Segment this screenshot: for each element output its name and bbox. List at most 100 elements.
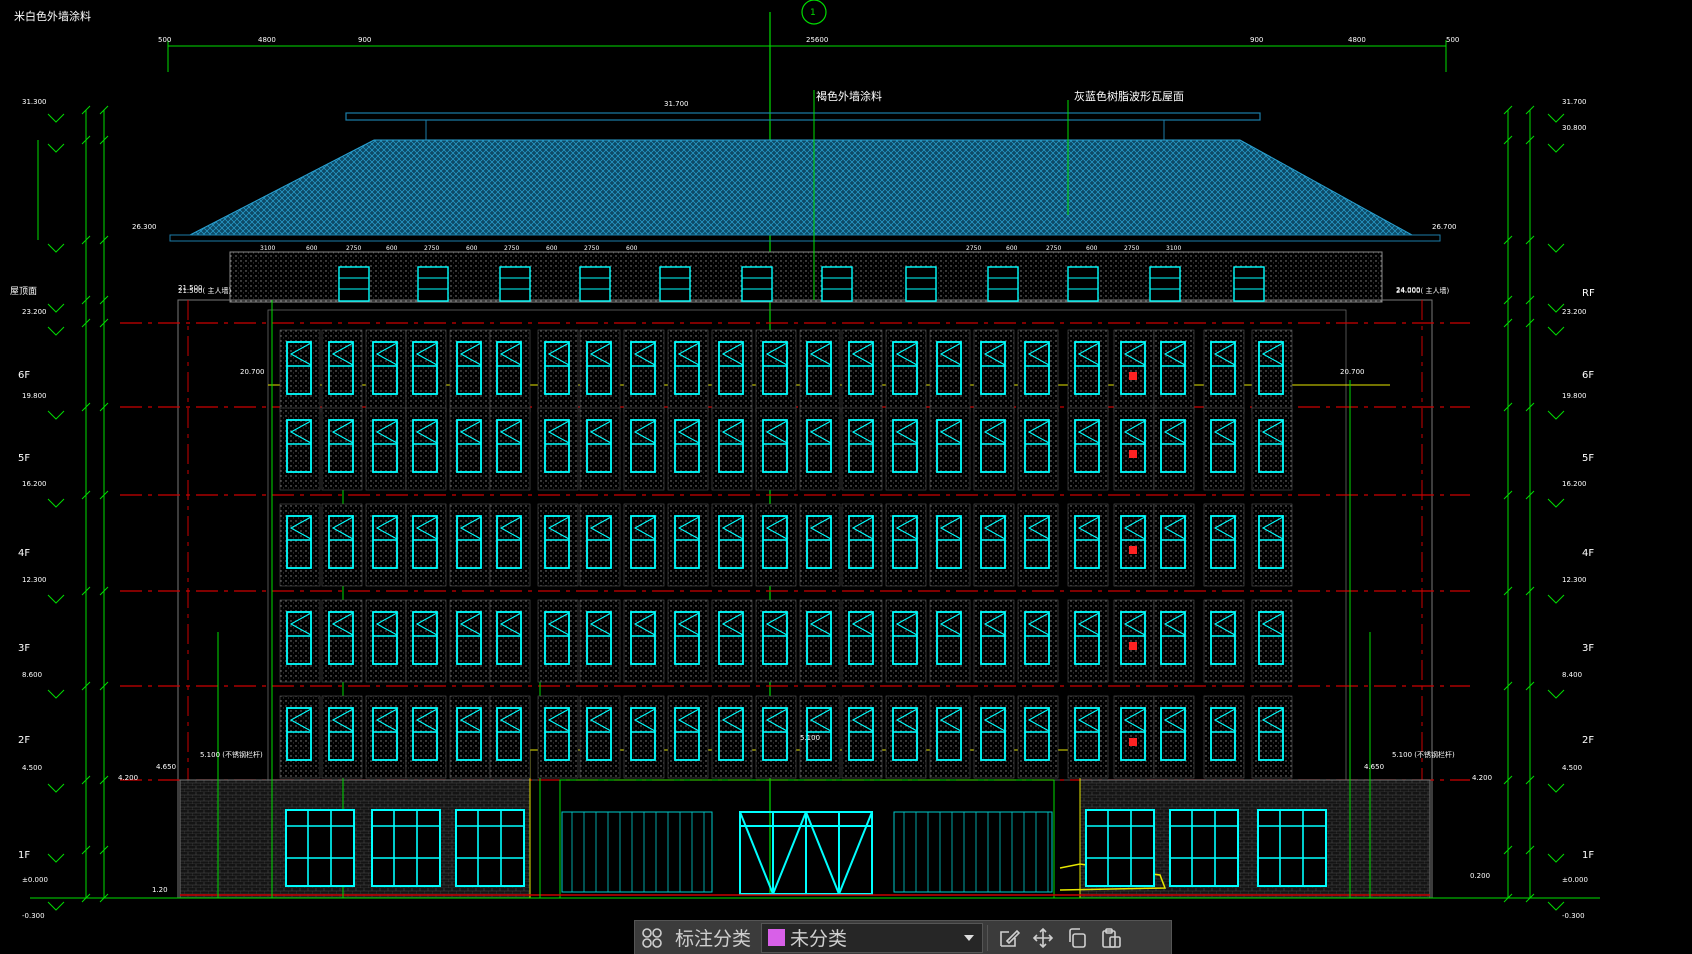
band-dimension: 2750	[1124, 245, 1139, 252]
facade-window	[1067, 329, 1109, 413]
facade-window	[929, 329, 971, 413]
facade-window	[405, 599, 447, 683]
facade-window	[1251, 407, 1293, 491]
ground-window	[285, 809, 355, 887]
frieze-window	[338, 266, 370, 302]
facade-window	[755, 503, 797, 587]
frieze-window	[1149, 266, 1181, 302]
facade-window	[489, 695, 531, 779]
facade-window	[711, 599, 753, 683]
frieze-window	[821, 266, 853, 302]
facade-window	[1113, 503, 1155, 587]
floor-label-right: 6F	[1582, 370, 1594, 381]
facade-window	[537, 599, 579, 683]
canopy-mid: 5.100	[800, 734, 820, 742]
floor-label-left: 6F	[18, 370, 30, 381]
band-dimension: 2750	[424, 245, 439, 252]
small-left: 4.650	[156, 763, 176, 771]
category-label: 标注分类	[675, 928, 752, 950]
facade-window	[489, 503, 531, 587]
facade-window	[1251, 599, 1293, 683]
step-left: 1.20	[152, 886, 168, 894]
elev-left-20: 20.700	[240, 368, 265, 376]
paste-icon[interactable]	[1094, 923, 1128, 953]
band-dimension: 600	[1086, 245, 1098, 252]
facade-window	[449, 503, 491, 587]
facade-window	[489, 599, 531, 683]
band-dimension: 600	[466, 245, 478, 252]
facade-window	[1017, 407, 1059, 491]
elev-right-20: 20.700	[1340, 368, 1365, 376]
left-elevation-label: 19.800	[22, 392, 47, 400]
facade-window	[667, 503, 709, 587]
note-roof: 灰蓝色树脂波形瓦屋面	[1074, 89, 1184, 103]
facade-window	[579, 407, 621, 491]
band-dimension: 2750	[504, 245, 519, 252]
facade-window	[537, 503, 579, 587]
facade-window	[489, 407, 531, 491]
facade-window	[1153, 407, 1195, 491]
facade-window	[321, 329, 363, 413]
copy-icon[interactable]	[1060, 923, 1094, 953]
facade-window	[667, 695, 709, 779]
top-dimension: 900	[358, 36, 371, 44]
floor-labels-right: RF 6F 5F 4F 3F 2F 1F	[1582, 288, 1595, 861]
band-dimension: 600	[386, 245, 398, 252]
roof-level-label: 屋顶面	[10, 286, 37, 297]
facade-window	[1203, 695, 1245, 779]
right-elevation-label: ±0.000	[1562, 876, 1588, 884]
move-icon[interactable]	[1026, 923, 1060, 953]
right-elevation-label: 19.800	[1562, 392, 1587, 400]
left-elevation-label: 23.200	[22, 308, 47, 316]
facade-window	[1067, 407, 1109, 491]
frieze-window	[417, 266, 449, 302]
category-select[interactable]: 未分类	[761, 922, 984, 953]
facade-window	[929, 407, 971, 491]
facade-window	[623, 503, 665, 587]
band-dimension: 2750	[584, 245, 599, 252]
facade-window	[711, 503, 753, 587]
left-elevation-label: 31.300	[22, 98, 47, 106]
right-elevation-label: 30.800	[1562, 124, 1587, 132]
facade-window	[1153, 695, 1195, 779]
band-dimension: 600	[546, 245, 558, 252]
cad-drawing-canvas[interactable]: 米白色外墙涂料 褐色外墙涂料 灰蓝色树脂波形瓦屋面 1 屋顶面 31.700 2…	[0, 0, 1692, 951]
ground-window	[1169, 809, 1239, 887]
left-elevation-label: 26.300	[132, 223, 157, 231]
facade-window	[929, 503, 971, 587]
facade-window	[1113, 599, 1155, 683]
toolbar-divider	[987, 924, 989, 951]
floor-label-left: 2F	[18, 735, 30, 746]
facade-window	[1017, 695, 1059, 779]
band-dimension: 600	[626, 245, 638, 252]
floor-label-left: 3F	[18, 643, 30, 654]
facade-window	[711, 329, 753, 413]
facade-window	[799, 407, 841, 491]
facade-window	[799, 599, 841, 683]
facade-window	[1067, 599, 1109, 683]
facade-window	[973, 695, 1015, 779]
edit-icon[interactable]	[992, 923, 1026, 953]
facade-window	[1203, 503, 1245, 587]
frieze-window	[741, 266, 773, 302]
floor-labels-left: 6F 5F 4F 3F 2F 1F	[18, 370, 30, 861]
facade-window	[841, 599, 883, 683]
facade-window	[449, 695, 491, 779]
selected-category: 未分类	[790, 928, 848, 950]
category-grid-icon[interactable]	[635, 923, 669, 953]
floor-label-right: 1F	[1582, 850, 1594, 861]
facade-window	[755, 695, 797, 779]
facade-window	[579, 503, 621, 587]
right-elevation-label: 26.700	[1432, 223, 1457, 231]
facade-window	[1113, 695, 1155, 779]
facade-window	[279, 695, 321, 779]
facade-window	[365, 599, 407, 683]
top-dimension: 500	[158, 36, 171, 44]
facade-window	[1067, 503, 1109, 587]
facade-window	[841, 329, 883, 413]
facade-window	[279, 599, 321, 683]
window-grid	[279, 329, 1293, 779]
facade-window	[537, 407, 579, 491]
floor-label-right: 2F	[1582, 735, 1594, 746]
frieze-window	[905, 266, 937, 302]
